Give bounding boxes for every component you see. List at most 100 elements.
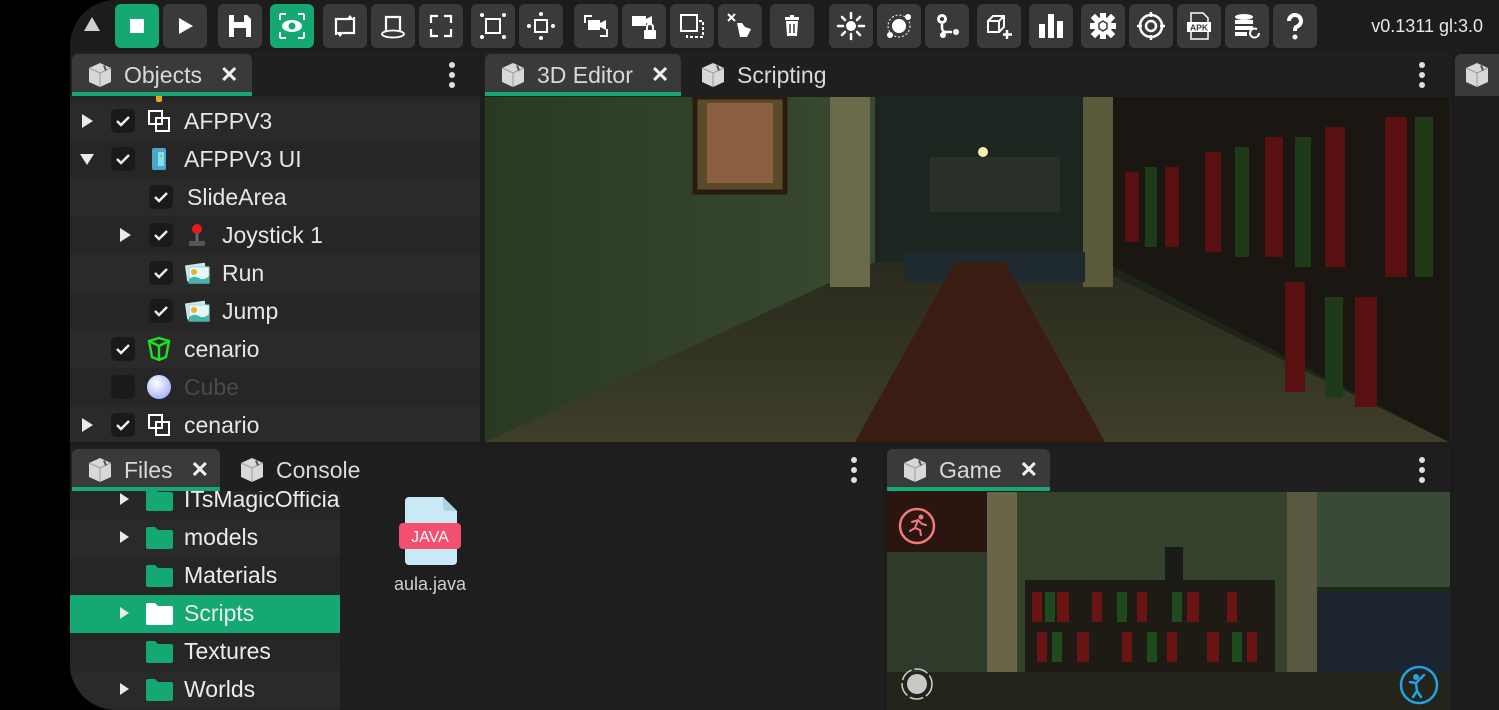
apk-button[interactable]: APK <box>1177 4 1221 48</box>
tab-files[interactable]: Files ✕ <box>72 449 220 491</box>
collapse-toolbar-icon[interactable] <box>82 14 102 34</box>
folder-tree: ITsMagicOfficia models Materials Scripts Tex… <box>70 491 340 710</box>
help-button[interactable] <box>1273 4 1317 48</box>
scene-viewport[interactable] <box>485 97 1449 442</box>
expand-arrow-icon[interactable] <box>120 683 129 695</box>
expand-arrow-icon[interactable] <box>120 607 129 619</box>
save-button[interactable] <box>218 4 262 48</box>
rotate-button[interactable] <box>323 4 367 48</box>
visibility-checkbox[interactable] <box>149 299 173 323</box>
close-icon[interactable]: ✕ <box>1020 457 1038 483</box>
stop-icon <box>130 19 144 33</box>
expand-arrow-icon[interactable] <box>82 114 93 128</box>
add-object-button[interactable] <box>977 4 1021 48</box>
folder-icon <box>146 527 173 549</box>
cube-icon <box>88 63 112 87</box>
tree-row-label: Cube <box>184 373 239 400</box>
folder-row[interactable]: Textures <box>70 633 340 671</box>
camera-lock-button[interactable] <box>622 4 666 48</box>
folder-row[interactable]: Scripts <box>70 595 340 633</box>
bounds-icon <box>429 14 453 38</box>
tree-row[interactable]: Run <box>70 254 480 292</box>
tree-row[interactable]: AFPPV3 UI <box>70 140 480 178</box>
path-icon <box>937 14 959 38</box>
close-icon[interactable]: ✕ <box>191 457 209 483</box>
target-button[interactable] <box>1129 4 1173 48</box>
cube-icon <box>1465 63 1489 87</box>
visibility-checkbox[interactable] <box>111 109 135 133</box>
view-toggle-button[interactable] <box>270 4 314 48</box>
tab-3d-editor[interactable]: 3D Editor ✕ <box>485 54 681 96</box>
game-render <box>887 492 1450 710</box>
stop-button[interactable] <box>115 4 159 48</box>
close-icon[interactable]: ✕ <box>651 62 669 88</box>
tree-row[interactable]: Cube <box>70 368 480 406</box>
files-panel: Files ✕ Console ITsMagicOfficia models Mat… <box>70 447 883 710</box>
play-button[interactable] <box>163 4 207 48</box>
database-button[interactable] <box>1225 4 1269 48</box>
tree-row[interactable]: SlideArea <box>70 178 480 216</box>
scale-button[interactable] <box>471 4 515 48</box>
objects-menu-icon[interactable] <box>447 62 457 88</box>
tab-scripting[interactable]: Scripting <box>685 54 845 96</box>
tab-objects[interactable]: Objects ✕ <box>72 54 252 96</box>
visibility-checkbox[interactable] <box>149 223 173 247</box>
file-item[interactable]: JAVA aula.java <box>390 497 470 595</box>
close-icon[interactable]: ✕ <box>220 62 238 88</box>
tree-row[interactable]: cenario <box>70 330 480 368</box>
stats-button[interactable] <box>1029 4 1073 48</box>
expand-arrow-icon[interactable] <box>82 418 93 432</box>
image-icon <box>184 298 210 324</box>
folder-row[interactable]: Materials <box>70 557 340 595</box>
visibility-checkbox[interactable] <box>111 147 135 171</box>
tab-console[interactable]: Console <box>224 449 374 491</box>
pointer-button[interactable] <box>718 4 762 48</box>
visibility-checkbox[interactable] <box>111 337 135 361</box>
tree-row[interactable]: Joystick 1 <box>70 216 480 254</box>
collapse-arrow-icon[interactable] <box>80 154 94 165</box>
visibility-checkbox[interactable] <box>149 185 173 209</box>
java-file-icon: JAVA <box>399 497 461 565</box>
orbit-icon <box>381 15 405 39</box>
collapsed-tab[interactable] <box>1455 54 1499 96</box>
game-viewport[interactable] <box>887 492 1450 710</box>
expand-arrow-icon[interactable] <box>120 531 129 543</box>
folder-row[interactable]: models <box>70 519 340 557</box>
mesh-icon <box>146 336 172 362</box>
tab-label: Game <box>939 456 1002 483</box>
visibility-checkbox[interactable] <box>111 413 135 437</box>
expand-arrow-icon[interactable] <box>120 493 129 505</box>
sphere-icon <box>146 374 172 400</box>
cube-icon <box>701 63 725 87</box>
move-button[interactable] <box>519 4 563 48</box>
tab-game[interactable]: Game ✕ <box>887 449 1050 491</box>
light-button[interactable] <box>829 4 873 48</box>
files-menu-icon[interactable] <box>849 457 859 483</box>
tree-row-label: AFPPV3 <box>184 107 273 134</box>
camera-switch-button[interactable] <box>574 4 618 48</box>
game-menu-icon[interactable] <box>1417 457 1427 483</box>
delete-button[interactable] <box>770 4 814 48</box>
cube-icon <box>501 63 525 87</box>
select-area-button[interactable] <box>670 4 714 48</box>
visibility-checkbox[interactable] <box>149 261 173 285</box>
group-icon <box>146 412 172 438</box>
tree-row[interactable]: Jump <box>70 292 480 330</box>
path-button[interactable] <box>925 4 969 48</box>
folder-row[interactable]: Worlds <box>70 671 340 709</box>
orbit-button[interactable] <box>371 4 415 48</box>
game-tabbar: Game ✕ <box>887 447 1450 491</box>
editor-window: APK v0.1311 gl:3.0 Objects ✕ AFPPV3 AFPPV… <box>70 0 1499 710</box>
settings-button[interactable] <box>1081 4 1125 48</box>
cube-icon <box>240 458 264 482</box>
particles-button[interactable] <box>877 4 921 48</box>
tree-row[interactable]: cenario <box>70 406 480 442</box>
expand-arrow-icon[interactable] <box>120 228 131 242</box>
help-icon <box>1286 12 1303 40</box>
bounds-button[interactable] <box>419 4 463 48</box>
tree-row[interactable]: AFPPV3 <box>70 102 480 140</box>
visibility-checkbox[interactable] <box>111 375 135 399</box>
files-tabbar: Files ✕ Console <box>70 447 883 491</box>
editor-menu-icon[interactable] <box>1417 62 1427 88</box>
folder-row[interactable]: ITsMagicOfficia <box>70 491 340 519</box>
